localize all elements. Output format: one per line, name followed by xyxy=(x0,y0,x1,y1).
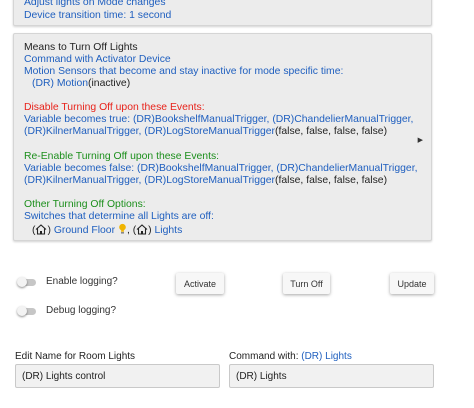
command-device-link[interactable]: (DR) Lights xyxy=(301,351,352,362)
lights-switch[interactable]: Lights xyxy=(155,225,183,236)
name-field-label: Edit Name for Room Lights xyxy=(15,351,136,362)
turn-off-button[interactable]: Turn Off xyxy=(283,273,330,294)
debug-logging-toggle[interactable] xyxy=(17,306,37,316)
turn-off-settings-panel[interactable]: Means to Turn Off Lights Command with Ac… xyxy=(13,33,432,241)
activate-button[interactable]: Activate xyxy=(176,273,224,294)
reenable-var-list2: (DR)KilnerManualTrigger, (DR)LogStoreMan… xyxy=(24,175,276,186)
toggle-knob xyxy=(17,306,27,316)
adjust-lights-text[interactable]: Adjust lights on Mode changes xyxy=(24,0,166,9)
command-label-prefix: Command with: xyxy=(229,351,302,362)
lightbulb-icon xyxy=(118,223,127,239)
room-name-input[interactable] xyxy=(15,364,220,388)
switches-line: () Ground Floor , () Lights xyxy=(32,223,182,239)
toggle-knob xyxy=(17,277,27,287)
disable-var-list2: (DR)KilnerManualTrigger, (DR)LogStoreMan… xyxy=(24,126,276,137)
disable-var-values: (false, false, false, false) xyxy=(275,126,388,137)
debug-logging-label: Debug logging? xyxy=(46,305,117,316)
switch-separator: , ( xyxy=(126,225,137,236)
disable-var-list1: (DR)BookshelfManualTrigger, (DR)Chandeli… xyxy=(132,114,414,125)
motion-sensor-name: (DR) Motion xyxy=(32,78,89,89)
mode-settings-panel: Adjust lights on Mode changes Device tra… xyxy=(13,0,432,26)
reenable-var-prefix: Variable becomes false: xyxy=(24,163,138,174)
command-field-label: Command with: (DR) Lights xyxy=(229,351,352,362)
close-paren-1: ) xyxy=(47,225,51,236)
update-button[interactable]: Update xyxy=(390,273,434,294)
reenable-variables-line2: (DR)KilnerManualTrigger, (DR)LogStoreMan… xyxy=(24,174,387,187)
motion-sensor-state: (inactive) xyxy=(88,78,131,89)
ground-floor-switch[interactable]: Ground Floor xyxy=(54,225,115,236)
home-icon xyxy=(35,224,47,239)
transition-time-text[interactable]: Device transition time: 1 second xyxy=(24,9,171,22)
enable-logging-label: Enable logging? xyxy=(46,276,118,287)
motion-sensor-line: (DR) Motion(inactive) xyxy=(32,77,130,90)
reenable-var-list1: (DR)BookshelfManualTrigger, (DR)Chandeli… xyxy=(137,163,418,174)
reenable-var-values: (false, false, false, false) xyxy=(275,175,388,186)
close-paren-2: ) xyxy=(148,225,152,236)
switches-text: Switches that determine all Lights are o… xyxy=(24,211,214,222)
command-device-input[interactable] xyxy=(229,364,434,388)
expand-arrow-icon[interactable]: ▶ xyxy=(418,136,423,144)
home-icon xyxy=(136,224,148,239)
enable-logging-toggle[interactable] xyxy=(17,277,37,287)
disable-var-prefix: Variable becomes true: xyxy=(24,114,133,125)
disable-variables-line2: (DR)KilnerManualTrigger, (DR)LogStoreMan… xyxy=(24,125,387,138)
